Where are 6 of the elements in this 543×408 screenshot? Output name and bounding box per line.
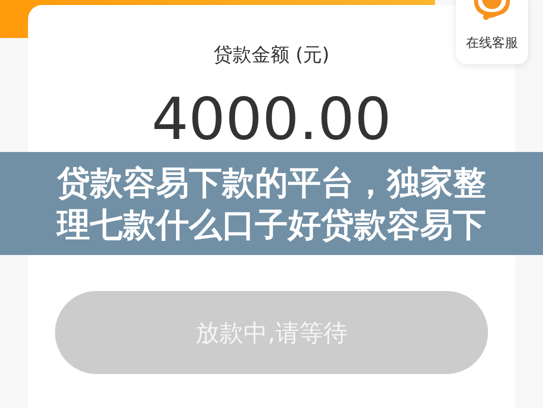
- banner-title-line: 贷款容易下款的平台，独家整: [57, 162, 486, 204]
- service-widget[interactable]: 在线客服: [456, 0, 528, 64]
- banner-title-line: 理七款什么口子好贷款容易下: [57, 204, 486, 246]
- loan-amount: 4000.00: [152, 89, 392, 149]
- service-label: 在线客服: [466, 35, 518, 52]
- amount-label: 贷款金额 (元): [214, 43, 330, 67]
